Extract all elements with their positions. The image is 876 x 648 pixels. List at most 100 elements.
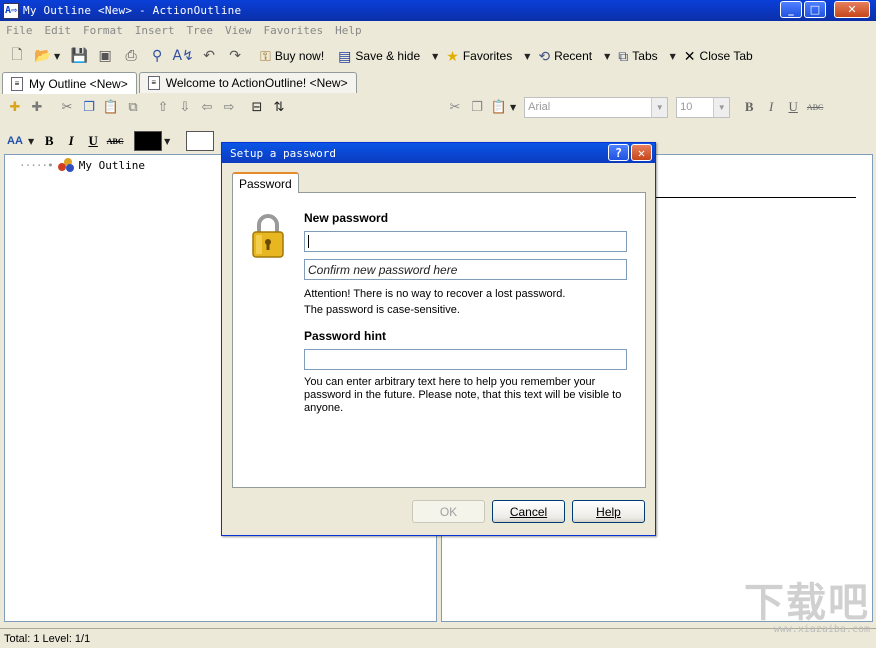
italic-button[interactable]: I: [60, 133, 82, 149]
move-left-icon[interactable]: ⇦: [196, 100, 218, 115]
strikethrough-button[interactable]: ABC: [104, 137, 126, 146]
menu-tree[interactable]: Tree: [181, 24, 220, 37]
dialog-title-bar: Setup a password ? ✕: [222, 143, 655, 163]
maximize-button[interactable]: □: [804, 1, 826, 18]
watermark-logo: 下载吧: [744, 580, 870, 626]
new-document-icon[interactable]: 🗋: [6, 45, 28, 67]
editor-paste-dropdown-icon[interactable]: ▼: [510, 103, 516, 112]
favorites-button[interactable]: ★ Favorites: [446, 48, 512, 65]
sort-icon[interactable]: ⇅: [268, 100, 290, 115]
font-size-select[interactable]: 10 ▼: [676, 96, 731, 118]
open-dropdown-icon[interactable]: ▼: [54, 52, 60, 61]
tab-password[interactable]: Password: [232, 172, 299, 193]
font-size-button[interactable]: AA: [4, 135, 26, 147]
dialog-close-icon[interactable]: ✕: [631, 144, 652, 161]
dialog-help-icon[interactable]: ?: [608, 144, 629, 161]
save-icon[interactable]: 💾: [68, 45, 90, 67]
tab-my-outline[interactable]: ≡ My Outline <New>: [2, 72, 137, 94]
password-hint-label: Password hint: [304, 329, 387, 343]
text-color-swatch[interactable]: [134, 131, 163, 151]
tree-node-label: My Outline: [78, 158, 145, 172]
editor-underline-button[interactable]: U: [782, 99, 804, 115]
menu-file[interactable]: File: [0, 24, 39, 37]
menu-edit[interactable]: Edit: [39, 24, 78, 37]
buy-now-button[interactable]: ⚿ Buy now!: [260, 48, 324, 65]
recent-dropdown-icon[interactable]: ▼: [604, 52, 610, 61]
new-password-input[interactable]: [304, 231, 627, 252]
cut-icon[interactable]: ✂: [56, 100, 78, 115]
menu-bar: File Edit Format Insert Tree View Favori…: [0, 21, 876, 39]
text-caret: [308, 235, 309, 248]
tabs-dropdown-icon[interactable]: ▼: [670, 52, 676, 61]
editor-strikethrough-button[interactable]: ABC: [804, 103, 826, 112]
hint-help-text: You can enter arbitrary text here to hel…: [304, 376, 622, 414]
editor-bold-button[interactable]: B: [738, 99, 760, 115]
background-color-swatch[interactable]: [186, 131, 215, 151]
editor-rule-line: [656, 197, 856, 198]
minimize-button[interactable]: _: [780, 1, 802, 18]
text-color-dropdown-icon[interactable]: ▼: [164, 137, 170, 146]
save-hide-dropdown-icon[interactable]: ▼: [432, 52, 438, 61]
rename-icon[interactable]: ⊟: [246, 100, 268, 115]
watermark: 下载吧 www.xiazaiba.com: [744, 582, 870, 635]
save-hide-button[interactable]: ▤ Save & hide: [338, 48, 420, 65]
ok-button[interactable]: OK: [412, 500, 485, 523]
clone-icon[interactable]: ⧉: [122, 100, 144, 115]
case-sensitive-note: The password is case-sensitive.: [304, 304, 460, 316]
tree-node-root[interactable]: ·····• My Outline: [19, 158, 145, 172]
replace-icon[interactable]: A↯: [172, 45, 194, 67]
print-icon[interactable]: ⎙: [120, 45, 142, 67]
main-toolbar: 🗋 📂 ▼ 💾 ▣ ⎙ ⚲ A↯ ↶ ↷ ⚿ Buy now! ▤ Save & h…: [0, 42, 876, 70]
chevron-down-icon: ▼: [713, 97, 730, 117]
tabs-button[interactable]: ⧉ Tabs: [618, 48, 657, 65]
undo-icon[interactable]: ↶: [198, 45, 220, 67]
save-hide-icon: ▤: [338, 47, 352, 64]
favorites-dropdown-icon[interactable]: ▼: [524, 52, 530, 61]
tabs-label: Tabs: [632, 49, 658, 63]
editor-italic-button[interactable]: I: [760, 99, 782, 115]
save-hide-label: Save & hide: [355, 49, 421, 63]
confirm-password-placeholder: Confirm new password here: [308, 262, 458, 277]
font-size-dropdown-icon[interactable]: ▼: [28, 137, 34, 146]
copy-icon[interactable]: ❐: [78, 100, 100, 115]
recent-button[interactable]: ⟲ Recent: [538, 48, 592, 65]
font-name-select[interactable]: Arial ▼: [524, 96, 669, 118]
close-window-button[interactable]: ✕: [834, 1, 870, 18]
help-button[interactable]: Help: [572, 500, 645, 523]
editor-paste-icon[interactable]: 📋: [488, 100, 510, 115]
window-title: My Outline <New> - ActionOutline: [23, 4, 242, 17]
underline-button[interactable]: U: [82, 133, 104, 149]
save-all-icon[interactable]: ▣: [94, 45, 116, 67]
add-child-icon[interactable]: ✚: [26, 100, 48, 115]
key-icon: ⚿: [260, 47, 271, 64]
new-password-label: New password: [304, 211, 389, 225]
menu-favorites[interactable]: Favorites: [258, 24, 330, 37]
tab-welcome[interactable]: ≡ Welcome to ActionOutline! <New>: [138, 72, 357, 93]
menu-insert[interactable]: Insert: [129, 24, 181, 37]
close-tab-button[interactable]: ✕ Close Tab: [684, 48, 753, 65]
add-node-icon[interactable]: ✚: [4, 100, 26, 115]
paste-icon[interactable]: 📋: [100, 100, 122, 115]
move-right-icon[interactable]: ⇨: [218, 100, 240, 115]
move-up-icon[interactable]: ⇧: [152, 100, 174, 115]
menu-format[interactable]: Format: [77, 24, 129, 37]
redo-icon[interactable]: ↷: [224, 45, 246, 67]
font-size-value: 10: [680, 101, 693, 113]
favorites-label: Favorites: [462, 49, 513, 63]
format-toolbar: AA ▼ B I U ABC ▼: [4, 130, 215, 152]
open-folder-icon[interactable]: 📂: [32, 45, 54, 67]
editor-copy-icon[interactable]: ❐: [466, 100, 488, 115]
bold-button[interactable]: B: [38, 133, 60, 149]
password-hint-input[interactable]: [304, 349, 627, 370]
lock-icon: [252, 214, 284, 258]
menu-help[interactable]: Help: [329, 24, 368, 37]
editor-cut-icon[interactable]: ✂: [444, 100, 466, 115]
cancel-button[interactable]: Cancel: [492, 500, 565, 523]
menu-view[interactable]: View: [219, 24, 258, 37]
title-bar: A⇨ My Outline <New> - ActionOutline _ □ …: [0, 0, 876, 21]
move-down-icon[interactable]: ⇩: [174, 100, 196, 115]
find-icon[interactable]: ⚲: [146, 45, 168, 67]
confirm-password-input[interactable]: Confirm new password here: [304, 259, 627, 280]
document-tabs: ≡ My Outline <New> ≡ Welcome to ActionOutl…: [2, 72, 359, 94]
close-tab-label: Close Tab: [699, 49, 753, 63]
